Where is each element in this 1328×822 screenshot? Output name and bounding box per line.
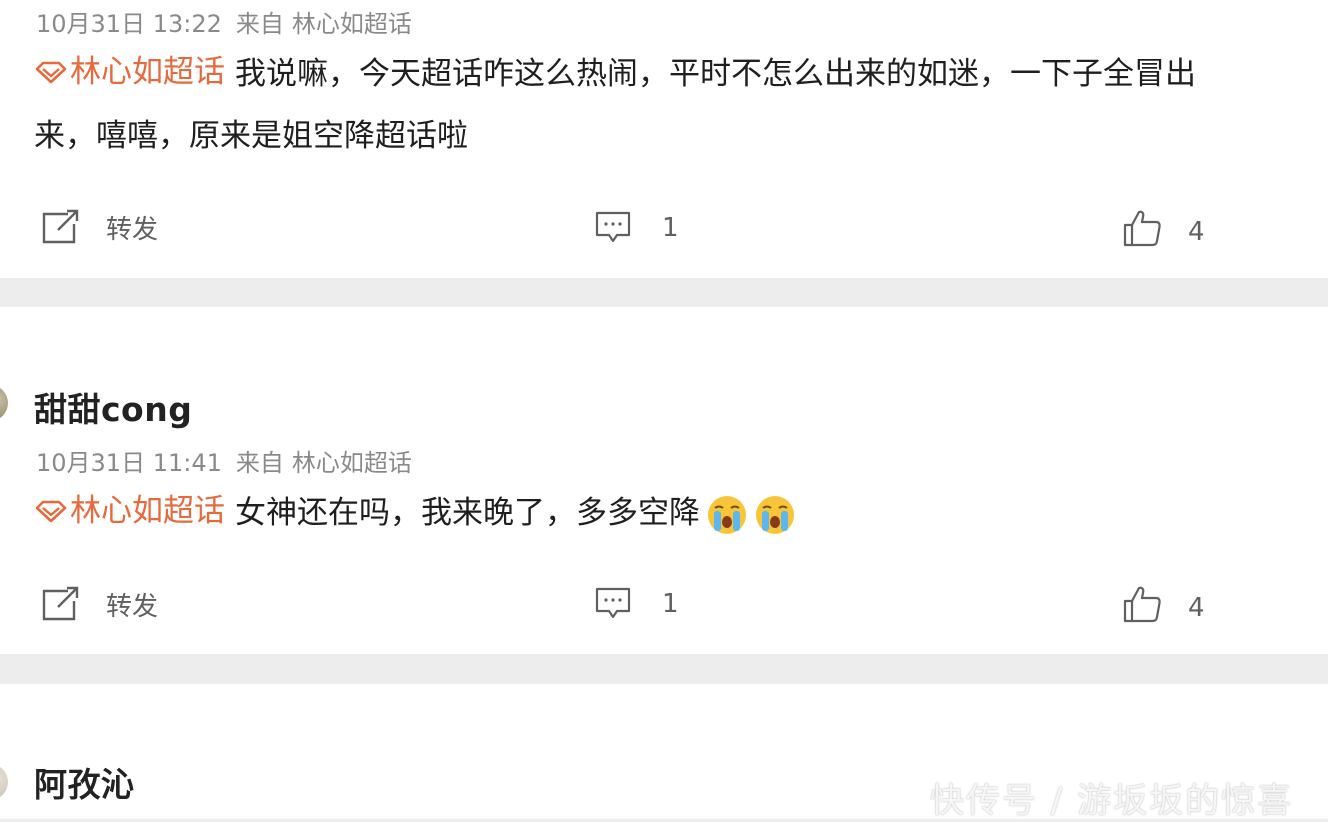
avatar[interactable] <box>0 385 8 421</box>
post-date: 10月31日 11:41 <box>36 449 222 477</box>
post-date: 10月31日 13:22 <box>36 10 222 38</box>
like-count: 4 <box>1188 593 1205 623</box>
comment-icon <box>595 587 631 619</box>
comment-icon <box>595 211 631 243</box>
supertopic-diamond-icon <box>35 500 67 523</box>
from-label: 来自 <box>235 10 284 38</box>
from-label: 来自 <box>235 449 284 477</box>
thumbs-up-icon <box>1123 210 1161 247</box>
post-text-line1: 女神还在吗，我来晚了，多多空降 <box>235 495 700 531</box>
avatar[interactable] <box>0 764 8 800</box>
repost-icon <box>42 586 79 621</box>
weibo-post-card: 甜甜cong 10月31日 11:41 来自 林心如超话 林心如超话 女神还在吗，我来… <box>0 307 1328 654</box>
thumbs-up-icon <box>1123 586 1161 623</box>
post-text-line1: 我说嘛，今天超话咋这么热闹，平时不怎么出来的如迷，一下子全冒出 <box>235 56 1196 92</box>
post-source[interactable]: 林心如超话 <box>292 10 412 38</box>
crying-face-icon <box>708 495 746 534</box>
like-count: 4 <box>1188 217 1205 247</box>
comment-count: 1 <box>662 213 679 243</box>
crying-face-icon <box>756 495 794 534</box>
comment-button[interactable]: 1 <box>594 210 679 246</box>
post-text: 林心如超话 女神还在吗，我来晚了，多多空降 <box>34 491 796 536</box>
repost-button[interactable]: 转发 <box>40 585 158 623</box>
like-button[interactable]: 4 <box>1122 584 1205 624</box>
post-text-line2: 来，嘻嘻，原来是姐空降超话啦 <box>34 118 468 154</box>
supertopic-diamond-icon <box>35 61 67 84</box>
post-source[interactable]: 林心如超话 <box>292 449 412 477</box>
repost-label: 转发 <box>106 214 159 245</box>
username[interactable]: 阿孜沁 <box>34 758 135 806</box>
repost-button[interactable]: 转发 <box>40 208 158 246</box>
comment-button[interactable]: 1 <box>594 586 679 622</box>
repost-icon <box>42 209 79 244</box>
post-meta: 10月31日 13:22 来自 林心如超话 <box>36 4 412 39</box>
repost-label: 转发 <box>106 591 159 622</box>
like-button[interactable]: 4 <box>1122 208 1205 248</box>
post-meta: 10月31日 11:41 来自 林心如超话 <box>36 443 412 478</box>
topic-tag[interactable]: 林心如超话 <box>34 52 225 92</box>
topic-label: 林心如超话 <box>70 493 225 529</box>
weibo-post-card: 10月31日 13:22 来自 林心如超话 林心如超话 我说嘛，今天超话咋这么热闹，平… <box>0 0 1328 278</box>
topic-tag[interactable]: 林心如超话 <box>34 491 225 531</box>
username[interactable]: 甜甜cong <box>34 383 192 431</box>
topic-label: 林心如超话 <box>70 54 225 90</box>
comment-count: 1 <box>662 589 679 619</box>
post-text: 林心如超话 我说嘛，今天超话咋这么热闹，平时不怎么出来的如迷，一下子全冒出 <box>34 52 1196 94</box>
watermark: 快传号 / 游坂坂的惊喜 <box>930 781 1294 821</box>
